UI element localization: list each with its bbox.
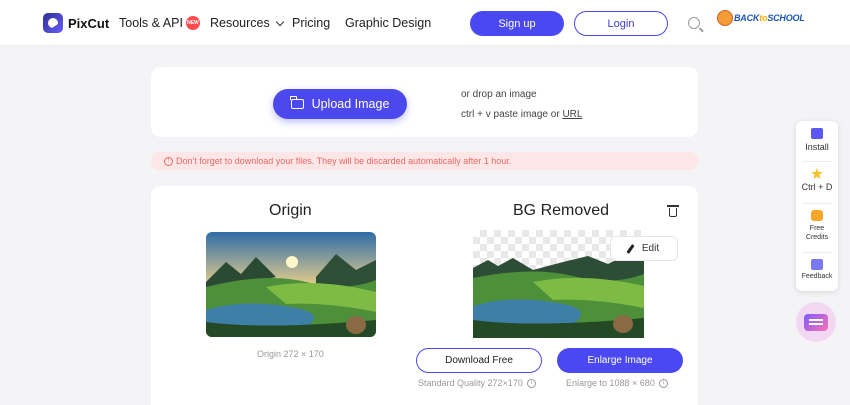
new-badge: NEW: [185, 16, 200, 30]
origin-title: Origin: [269, 202, 312, 219]
edit-button[interactable]: Edit: [610, 236, 678, 261]
sidebar-item-bookmark[interactable]: Ctrl + D: [796, 168, 838, 192]
monitor-icon: [811, 128, 823, 139]
brand-name: PixCut: [68, 15, 110, 31]
folder-icon: [290, 96, 304, 109]
back-to-school-promo[interactable]: BACKtoSCHOOL: [717, 10, 805, 26]
star-icon: [811, 168, 823, 179]
nav-resources[interactable]: Resources: [210, 16, 284, 30]
edit-label: Edit: [641, 243, 660, 254]
sidebar-item-free-credits[interactable]: Free Credits: [796, 210, 838, 242]
free-credits-label-2: Credits: [805, 234, 829, 241]
download-free-button[interactable]: Download Free: [416, 348, 542, 373]
signup-button[interactable]: Sign up: [470, 11, 564, 36]
sidebar-item-feedback[interactable]: Feedback: [796, 259, 838, 280]
enlarge-image-button[interactable]: Enlarge Image: [557, 348, 683, 373]
top-navbar: PixCut Tools & API NEW Resources Pricing…: [0, 0, 850, 46]
warning-icon: !: [164, 156, 173, 166]
info-icon[interactable]: i: [658, 378, 668, 388]
feedback-label: Feedback: [801, 273, 833, 280]
brand-logo[interactable]: PixCut: [43, 13, 109, 33]
result-panel: Origin BG Removed Edit Origin 272 × 170 …: [151, 186, 698, 405]
search-icon[interactable]: [688, 17, 700, 29]
nav-tools-api[interactable]: Tools & API NEW: [119, 16, 200, 30]
promo-text: BACKtoSCHOOL: [734, 13, 805, 23]
trash-icon[interactable]: [667, 204, 679, 218]
upload-panel[interactable]: Upload Image or drop an image ctrl + v p…: [151, 67, 698, 137]
paste-hint-text: ctrl + v paste image or: [461, 109, 560, 120]
floating-sidebar: Install Ctrl + D Free Credits Feedback: [796, 121, 838, 291]
drop-hint: or drop an image: [461, 89, 537, 100]
sidebar-divider: [802, 203, 832, 204]
bookmark-label: Ctrl + D: [801, 182, 833, 192]
chevron-down-icon: [275, 17, 284, 26]
standard-quality-note: Standard Quality 272×170 i: [418, 378, 536, 388]
nav-tools-label: Tools & API: [119, 16, 183, 30]
feedback-icon: [811, 259, 823, 270]
brush-icon: [626, 243, 635, 254]
download-warning-banner: ! Don't forget to download your files. T…: [151, 152, 698, 170]
origin-image: [206, 232, 376, 337]
standard-quality-text: Standard Quality 272×170: [418, 378, 523, 388]
nav-graphic-design[interactable]: Graphic Design: [345, 16, 431, 30]
free-credits-label-1: Free: [809, 225, 825, 232]
warning-text: Don't forget to download your files. The…: [176, 156, 512, 166]
nav-pricing[interactable]: Pricing: [292, 16, 330, 30]
install-label: Install: [805, 142, 829, 152]
pixcut-logo-icon: [43, 13, 63, 33]
login-button[interactable]: Login: [574, 11, 668, 36]
upload-button-label: Upload Image: [311, 97, 390, 111]
sidebar-divider: [802, 161, 832, 162]
upload-image-button[interactable]: Upload Image: [273, 89, 407, 119]
enlarge-note-text: Enlarge to 1088 × 680: [566, 378, 655, 388]
enlarge-note: Enlarge to 1088 × 680 i: [566, 378, 668, 388]
paste-hint: ctrl + v paste image or URL: [461, 109, 582, 120]
chat-icon: [804, 313, 828, 331]
info-icon[interactable]: i: [526, 378, 536, 388]
origin-size-caption: Origin 272 × 170: [257, 349, 324, 359]
bg-removed-title: BG Removed: [513, 202, 610, 219]
chat-support-button[interactable]: [796, 302, 836, 342]
promo-mascot-icon: [717, 10, 733, 26]
url-link[interactable]: URL: [562, 109, 582, 120]
sidebar-item-install[interactable]: Install: [796, 128, 838, 152]
sidebar-divider: [802, 252, 832, 253]
nav-resources-label: Resources: [210, 16, 270, 30]
gift-icon: [811, 210, 823, 221]
